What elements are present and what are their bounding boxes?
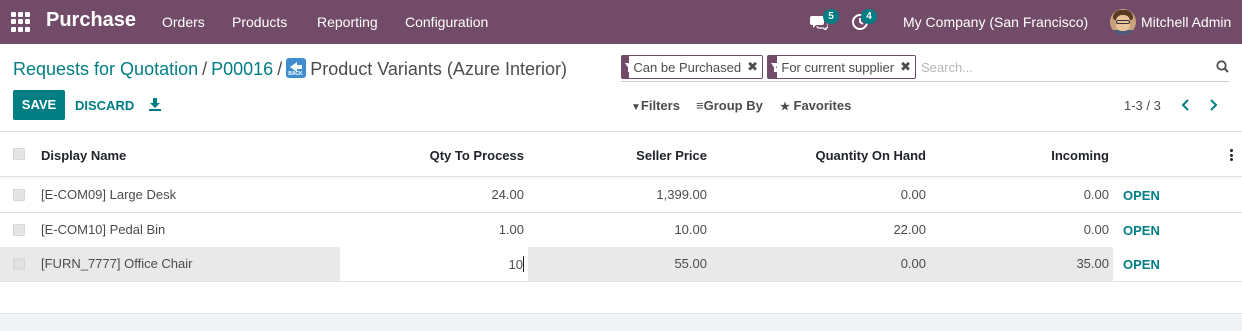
group-by-label: Group By — [703, 98, 763, 113]
top-navbar: Purchase Orders Products Reporting Confi… — [0, 0, 1242, 44]
table-row-editing[interactable]: [FURN_7777] Office Chair 55.00 0.00 35.0… — [0, 247, 1242, 282]
activities-badge: 4 — [861, 9, 877, 24]
row-checkbox[interactable] — [13, 258, 25, 270]
cell-quantity-on-hand: 22.00 — [893, 222, 926, 237]
cell-qty-to-process[interactable]: 1.00 — [499, 222, 524, 237]
facet-label: Can be Purchased — [633, 59, 742, 75]
cell-display-name: [FURN_7777] Office Chair — [41, 256, 193, 271]
company-switcher[interactable]: My Company (San Francisco) — [903, 14, 1088, 30]
table-row[interactable]: [E-COM10] Pedal Bin 1.00 10.00 22.00 0.0… — [0, 213, 1242, 248]
row-checkbox[interactable] — [13, 224, 25, 236]
cell-qty-to-process[interactable]: 24.00 — [491, 187, 524, 202]
search-box[interactable]: Can be Purchased ✖ For current supplier … — [621, 54, 1229, 82]
table-empty-row — [0, 281, 1242, 314]
text-cursor — [523, 256, 524, 272]
cell-display-name: [E-COM10] Pedal Bin — [41, 222, 166, 237]
breadcrumb: Requests for Quotation / P00016/BACK Produc… — [13, 58, 567, 79]
facet-current-supplier: For current supplier ✖ — [767, 55, 916, 79]
menu-reporting[interactable]: Reporting — [317, 14, 378, 30]
page-bottom — [0, 314, 1242, 331]
user-menu[interactable]: Mitchell Admin — [1141, 14, 1231, 30]
close-icon[interactable]: ✖ — [747, 59, 762, 75]
column-incoming[interactable]: Incoming — [1051, 148, 1109, 163]
cell-incoming: 0.00 — [1083, 187, 1109, 202]
filter-icon: ▼ — [631, 102, 641, 113]
open-button[interactable]: OPEN — [1123, 257, 1160, 272]
breadcrumb-order[interactable]: P00016 — [211, 59, 273, 79]
facet-label: For current supplier — [781, 59, 895, 75]
pager-value[interactable]: 1-3 / 3 — [1124, 98, 1161, 113]
open-button[interactable]: OPEN — [1123, 223, 1160, 238]
download-icon[interactable] — [149, 97, 161, 111]
column-display-name[interactable]: Display Name — [41, 148, 126, 163]
search-input[interactable] — [921, 58, 1181, 76]
breadcrumb-rfq[interactable]: Requests for Quotation — [13, 59, 198, 79]
favorites-label: Favorites — [793, 98, 852, 113]
facet-can-be-purchased: Can be Purchased ✖ — [621, 55, 763, 79]
search-icon[interactable] — [1216, 60, 1229, 73]
column-quantity-on-hand[interactable]: Quantity On Hand — [816, 148, 927, 163]
filters-label: Filters — [640, 98, 680, 113]
column-seller-price[interactable]: Seller Price — [636, 148, 707, 163]
filter-icon — [768, 56, 780, 78]
qty-to-process-input[interactable] — [340, 247, 525, 281]
apps-menu-icon[interactable] — [11, 12, 31, 32]
select-all-checkbox[interactable] — [13, 148, 25, 160]
cell-seller-price: 1,399.00 — [656, 187, 707, 202]
row-checkbox[interactable] — [13, 189, 25, 201]
cell-incoming: 35.00 — [1076, 256, 1109, 271]
messages-badge: 5 — [823, 9, 839, 24]
open-button[interactable]: OPEN — [1123, 188, 1160, 203]
table-header: Display Name Qty To Process Seller Price… — [0, 131, 1242, 177]
cell-seller-price: 55.00 — [674, 256, 707, 271]
cell-quantity-on-hand: 0.00 — [900, 187, 926, 202]
column-qty-to-process[interactable]: Qty To Process — [430, 148, 524, 163]
app-name[interactable]: Purchase — [46, 9, 136, 32]
group-by-dropdown[interactable]: ≡Group By — [696, 98, 763, 113]
back-icon: BACK — [286, 58, 307, 78]
menu-orders[interactable]: Orders — [162, 14, 205, 30]
cell-seller-price: 10.00 — [674, 222, 707, 237]
chevron-right-icon[interactable] — [1207, 98, 1219, 112]
close-icon[interactable]: ✖ — [900, 59, 915, 75]
table-row[interactable]: [E-COM09] Large Desk 24.00 1,399.00 0.00… — [0, 178, 1242, 213]
menu-configuration[interactable]: Configuration — [405, 14, 488, 30]
avatar[interactable] — [1110, 9, 1136, 35]
cell-incoming: 0.00 — [1083, 222, 1109, 237]
breadcrumb-current: Product Variants (Azure Interior) — [310, 59, 567, 79]
cell-display-name: [E-COM09] Large Desk — [41, 187, 177, 202]
chevron-left-icon[interactable] — [1180, 98, 1192, 112]
cell-quantity-on-hand: 0.00 — [900, 256, 926, 271]
save-button[interactable]: SAVE — [13, 90, 65, 120]
discard-button[interactable]: DISCARD — [75, 98, 134, 113]
menu-products[interactable]: Products — [232, 14, 287, 30]
filter-icon — [622, 56, 634, 78]
favorites-dropdown[interactable]: ★ Favorites — [780, 98, 851, 113]
star-icon: ★ — [780, 101, 790, 113]
optional-columns-icon[interactable] — [1230, 149, 1234, 161]
filters-dropdown[interactable]: ▼Filters — [631, 98, 680, 113]
list-icon: ≡ — [696, 98, 704, 113]
